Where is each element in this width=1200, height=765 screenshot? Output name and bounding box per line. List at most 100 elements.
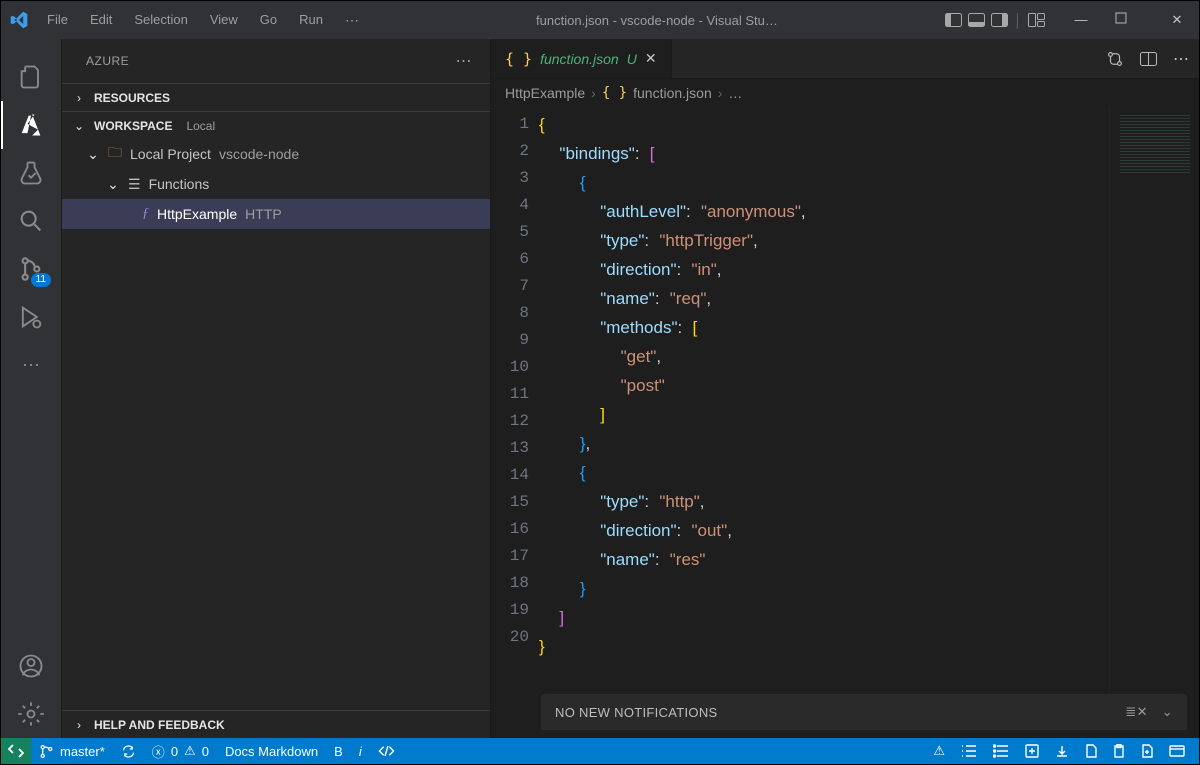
section-workspace-kind: Local	[186, 119, 215, 133]
breadcrumb-sep-icon: ›	[591, 85, 596, 101]
status-bold[interactable]: B	[326, 744, 351, 759]
activity-testing[interactable]	[1, 149, 61, 197]
tree-function-name: HttpExample	[157, 206, 237, 222]
layout-sidebar-left-icon[interactable]	[945, 13, 962, 28]
notifications-text: NO NEW NOTIFICATIONS	[555, 705, 717, 720]
sidebar-more-icon[interactable]: ⋯	[456, 51, 473, 71]
workspace-tree: ⌄ 🗀 Local Project vscode-node ⌄ ☰ Functi…	[62, 139, 490, 229]
status-branch[interactable]: master*	[31, 744, 113, 759]
layout-panel-bottom-icon[interactable]	[968, 13, 985, 28]
tab-modified-indicator: U	[627, 51, 637, 67]
clipboard-icon[interactable]	[1113, 744, 1125, 758]
menu-view[interactable]: View	[200, 8, 248, 33]
activity-bar: 11 ⋯	[1, 39, 61, 738]
close-button[interactable]: ✕	[1163, 12, 1191, 28]
split-editor-icon[interactable]	[1140, 52, 1157, 66]
activity-settings[interactable]	[1, 690, 61, 738]
tab-bar: { } function.json U ✕ ⋯	[491, 39, 1199, 79]
menu-file[interactable]: File	[37, 8, 78, 33]
layout-customize-icon[interactable]	[1028, 13, 1045, 28]
remote-status[interactable]	[1, 738, 31, 764]
clear-all-icon[interactable]: ≣✕	[1125, 704, 1147, 720]
main-row: 11 ⋯ AZURE ⋯ › RESOURCES	[1, 39, 1199, 738]
source-control-badge: 11	[31, 273, 51, 287]
code-editor[interactable]: { "bindings": [ { "authLevel": "anonymou…	[539, 107, 1109, 694]
chevron-down-icon[interactable]: ⌄	[1162, 704, 1173, 720]
tree-function-httpexample[interactable]: ƒ HttpExample HTTP	[62, 199, 490, 229]
status-problems[interactable]: ⓧ0 ⚠0	[144, 742, 217, 761]
alert-icon[interactable]: ⚠	[933, 743, 945, 759]
menu-run[interactable]: Run	[289, 8, 333, 33]
panel-icon[interactable]	[1169, 745, 1185, 757]
main-menu: File Edit Selection View Go Run ⋯	[37, 8, 369, 33]
file-icon[interactable]	[1085, 744, 1097, 758]
menu-go[interactable]: Go	[250, 8, 287, 33]
maximize-button[interactable]	[1115, 12, 1143, 28]
list-numbered-icon[interactable]	[961, 744, 977, 758]
list-icon: ☰	[128, 176, 141, 193]
menu-more-icon[interactable]: ⋯	[335, 8, 369, 33]
breadcrumb-more[interactable]: …	[728, 85, 742, 101]
status-code-icon[interactable]	[370, 744, 403, 758]
notifications-panel[interactable]: NO NEW NOTIFICATIONS ≣✕ ⌄	[541, 694, 1187, 730]
status-errors: 0	[171, 744, 178, 759]
menu-edit[interactable]: Edit	[80, 8, 122, 33]
activity-search[interactable]	[1, 197, 61, 245]
vscode-logo-icon	[9, 10, 29, 30]
tree-function-kind: HTTP	[245, 206, 282, 222]
activity-azure[interactable]	[1, 101, 61, 149]
tab-more-icon[interactable]: ⋯	[1173, 49, 1189, 69]
titlebar: File Edit Selection View Go Run ⋯ functi…	[1, 1, 1199, 39]
chevron-right-icon: ›	[72, 91, 86, 105]
status-bar: master* ⓧ0 ⚠0 Docs Markdown B i ⚠	[1, 738, 1199, 764]
window-title: function.json - vscode-node - Visual Stu…	[369, 13, 945, 28]
breadcrumb-file[interactable]: function.json	[633, 85, 712, 101]
diff-icon[interactable]	[1106, 50, 1124, 68]
tree-project-detail: vscode-node	[219, 146, 299, 162]
menu-selection[interactable]: Selection	[124, 8, 197, 33]
chevron-down-icon: ⌄	[72, 119, 86, 133]
tab-close-icon[interactable]: ✕	[645, 50, 657, 67]
tab-actions: ⋯	[1096, 39, 1199, 78]
file-add-icon[interactable]	[1141, 744, 1153, 758]
new-file-icon[interactable]	[1025, 744, 1039, 758]
status-sync[interactable]	[113, 744, 144, 759]
folder-icon: 🗀	[108, 142, 122, 166]
insert-icon[interactable]	[1055, 744, 1069, 758]
json-file-icon: { }	[602, 85, 627, 101]
status-right-icons: ⚠	[919, 743, 1199, 759]
title-right: │ — ✕	[945, 12, 1191, 28]
section-help[interactable]: › HELP AND FEEDBACK	[62, 710, 490, 738]
status-branch-label: master*	[60, 744, 105, 759]
sidebar-title-text: AZURE	[86, 54, 129, 68]
json-file-icon: { }	[505, 50, 532, 68]
activity-source-control[interactable]: 11	[1, 245, 61, 293]
activity-accounts[interactable]	[1, 642, 61, 690]
section-workspace[interactable]: ⌄ WORKSPACE Local	[62, 111, 490, 139]
tab-function-json[interactable]: { } function.json U ✕	[491, 39, 672, 78]
tree-local-project[interactable]: ⌄ 🗀 Local Project vscode-node	[62, 139, 490, 169]
tree-functions[interactable]: ⌄ ☰ Functions	[62, 169, 490, 199]
status-docs-markdown[interactable]: Docs Markdown	[217, 744, 326, 759]
activity-run-debug[interactable]	[1, 293, 61, 341]
breadcrumb[interactable]: HttpExample › { } function.json › …	[491, 79, 1199, 107]
activity-more-icon[interactable]: ⋯	[1, 341, 61, 389]
vscode-window: File Edit Selection View Go Run ⋯ functi…	[0, 0, 1200, 765]
activity-explorer[interactable]	[1, 53, 61, 101]
section-resources[interactable]: › RESOURCES	[62, 83, 490, 111]
breadcrumb-folder[interactable]: HttpExample	[505, 85, 585, 101]
layout-buttons: │	[945, 13, 1045, 28]
function-icon: ƒ	[142, 206, 149, 222]
status-italic[interactable]: i	[351, 744, 370, 759]
warning-icon: ⚠	[184, 743, 196, 759]
minimap-preview	[1120, 113, 1190, 173]
layout-divider: │	[1014, 13, 1022, 28]
tree-project-label: Local Project	[130, 146, 211, 162]
list-icon[interactable]	[993, 744, 1009, 758]
minimap[interactable]	[1109, 107, 1199, 694]
minimize-button[interactable]: —	[1067, 12, 1095, 28]
chevron-right-icon: ›	[72, 718, 86, 732]
editor-area: { } function.json U ✕ ⋯ HttpExample › { …	[491, 39, 1199, 738]
layout-sidebar-right-icon[interactable]	[991, 13, 1008, 28]
section-workspace-label: WORKSPACE	[94, 119, 172, 133]
